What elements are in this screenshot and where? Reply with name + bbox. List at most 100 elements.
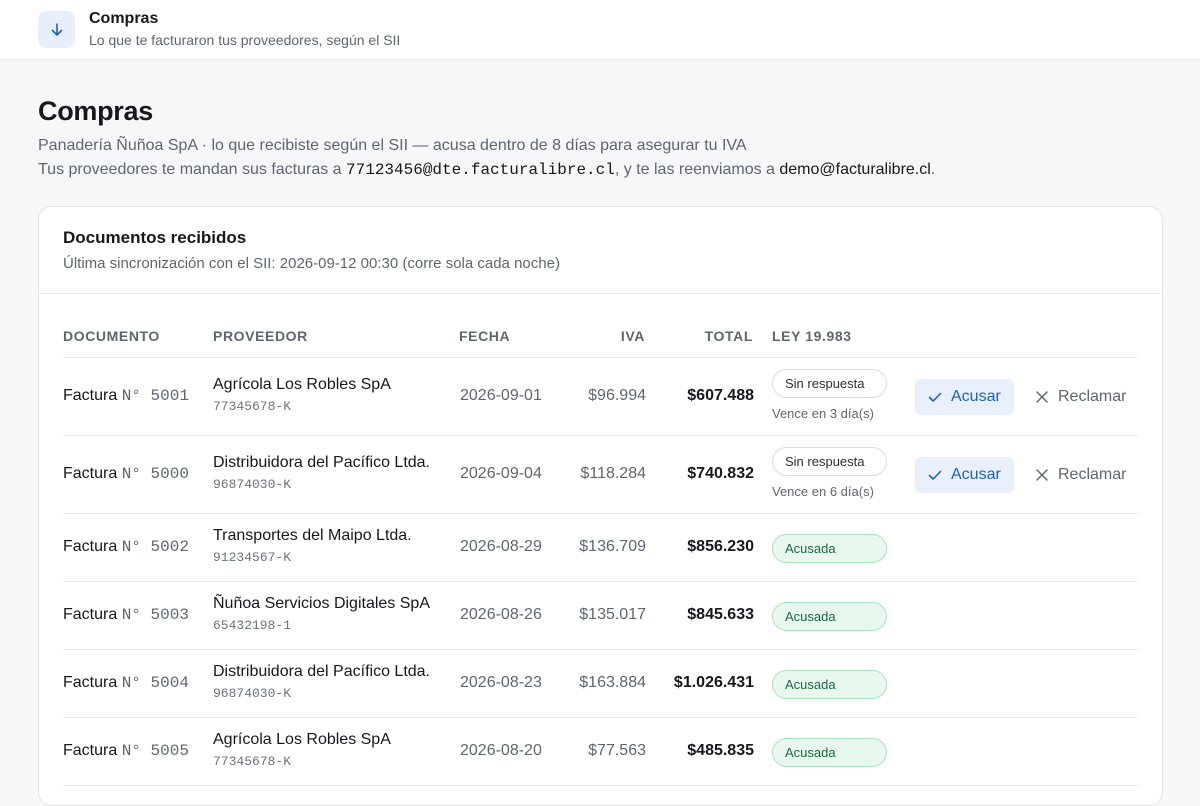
provider-cell: Distribuidora del Pacífico Ltda. 96874030… [213, 663, 430, 701]
page-description: Panadería Ñuñoa SpA · lo que recibiste s… [38, 137, 747, 154]
top-bar-subtitle: Lo que te facturaron tus proveedores, se… [89, 32, 401, 48]
total-cell: $607.488 [687, 387, 754, 404]
document-number: N° 5002 [121, 538, 189, 556]
forwarding-info: Tus proveedores te mandan sus facturas a… [38, 161, 935, 179]
column-header-total: TOTAL [704, 328, 753, 344]
provider-rut: 96874030-K [213, 686, 292, 701]
status-badge: Sin respuesta [772, 447, 887, 476]
due-text: Vence en 6 día(s) [772, 484, 874, 499]
dte-email: 77123456@dte.facturalibre.cl [346, 161, 615, 179]
iva-cell: $163.884 [579, 674, 646, 691]
document-number: N° 5005 [121, 742, 189, 760]
table-row[interactable]: Factura N° 5005 Agrícola Los Robles SpA 77… [63, 718, 1138, 786]
date-cell: 2026-08-26 [460, 606, 542, 623]
provider-name: Distribuidora del Pacífico Ltda. [213, 663, 430, 680]
provider-cell: Ñuñoa Servicios Digitales SpA 65432198-1 [213, 595, 430, 633]
provider-name: Distribuidora del Pacífico Ltda. [213, 454, 430, 471]
law-status-cell: Sin respuesta Vence en 6 día(s) [772, 447, 887, 499]
total-cell: $1.026.431 [673, 674, 754, 691]
document-type: Factura [63, 606, 118, 623]
acusar-label: Acusar [951, 466, 1001, 483]
reclamar-label: Reclamar [1058, 388, 1127, 405]
provider-name: Agrícola Los Robles SpA [213, 731, 391, 748]
provider-name: Transportes del Maipo Ltda. [213, 527, 412, 544]
arrow-down-icon [38, 11, 75, 48]
forwarding-suffix: . [930, 161, 936, 178]
column-header-documento: DOCUMENTO [63, 328, 160, 344]
provider-rut: 96874030-K [213, 477, 292, 492]
top-bar-title: Compras [89, 10, 159, 27]
table-row[interactable]: Factura N° 5002 Transportes del Maipo Ltd… [63, 514, 1138, 582]
provider-cell: Transportes del Maipo Ltda. 91234567-K [213, 527, 412, 565]
column-header-proveedor: PROVEEDOR [213, 328, 308, 344]
law-status-cell: Sin respuesta Vence en 3 día(s) [772, 369, 887, 421]
iva-cell: $96.994 [588, 387, 646, 404]
table-row[interactable]: Factura N° 5003 Ñuñoa Servicios Digitales… [63, 582, 1138, 650]
iva-cell: $118.284 [580, 465, 646, 482]
acusar-button[interactable]: Acusar [915, 379, 1014, 415]
document-type: Factura [63, 387, 118, 404]
document-type: Factura [63, 538, 118, 555]
reclamar-label: Reclamar [1058, 466, 1127, 483]
provider-rut: 65432198-1 [213, 618, 292, 633]
date-cell: 2026-09-04 [460, 465, 542, 482]
forwarding-middle: , y te las reenviamos a [614, 161, 780, 178]
total-cell: $740.832 [687, 465, 754, 482]
document-type: Factura [63, 742, 118, 759]
close-icon [1036, 391, 1048, 403]
iva-cell: $136.709 [579, 538, 646, 555]
table-row[interactable]: Factura N° 5004 Distribuidora del Pacífic… [63, 650, 1138, 718]
date-cell: 2026-08-29 [460, 538, 542, 555]
total-cell: $485.835 [687, 742, 754, 759]
provider-name: Ñuñoa Servicios Digitales SpA [213, 595, 430, 612]
close-icon [1036, 469, 1048, 481]
date-cell: 2026-08-23 [460, 674, 542, 691]
date-cell: 2026-08-20 [460, 742, 542, 759]
law-status-cell: Acusada [772, 738, 887, 767]
document-number: N° 5000 [121, 465, 189, 483]
document-type: Factura [63, 465, 118, 482]
reclamar-button[interactable]: Reclamar [1035, 379, 1126, 415]
provider-rut: 77345678-K [213, 399, 292, 414]
status-badge: Acusada [772, 738, 887, 767]
forwarding-prefix: Tus proveedores te mandan sus facturas a [38, 161, 347, 178]
check-icon [928, 392, 942, 402]
law-status-cell: Acusada [772, 670, 887, 699]
date-cell: 2026-09-01 [460, 387, 542, 404]
document-cell: Factura N° 5005 [63, 742, 189, 760]
provider-rut: 77345678-K [213, 754, 292, 769]
document-cell: Factura N° 5001 [63, 387, 189, 405]
iva-cell: $135.017 [579, 606, 646, 623]
law-status-cell: Acusada [772, 534, 887, 563]
total-cell: $845.633 [687, 606, 754, 623]
documents-card: Documentos recibidos Última sincronizaci… [38, 206, 1163, 806]
acusar-label: Acusar [951, 388, 1001, 405]
iva-cell: $77.563 [588, 742, 646, 759]
forward-email: demo@facturalibre.cl [779, 161, 931, 178]
sync-status: Última sincronización con el SII: 2026-0… [63, 255, 560, 272]
check-icon [928, 470, 942, 480]
document-number: N° 5003 [121, 606, 189, 624]
document-type: Factura [63, 674, 118, 691]
card-title: Documentos recibidos [63, 228, 247, 247]
column-header-fecha: FECHA [459, 328, 511, 344]
column-header-iva: IVA [620, 328, 645, 344]
provider-cell: Agrícola Los Robles SpA 77345678-K [213, 376, 391, 414]
due-text: Vence en 3 día(s) [772, 406, 874, 421]
table-row[interactable]: Factura N° 5001 Agrícola Los Robles SpA 77… [63, 358, 1138, 436]
reclamar-button[interactable]: Reclamar [1035, 457, 1126, 493]
top-bar: Compras Lo que te facturaron tus proveed… [0, 0, 1200, 60]
acusar-button[interactable]: Acusar [915, 457, 1014, 493]
card-header: Documentos recibidos Última sincronizaci… [39, 207, 1162, 294]
document-cell: Factura N° 5000 [63, 465, 189, 483]
provider-rut: 91234567-K [213, 550, 292, 565]
status-badge: Acusada [772, 602, 887, 631]
law-status-cell: Acusada [772, 602, 887, 631]
provider-cell: Agrícola Los Robles SpA 77345678-K [213, 731, 391, 769]
table-row[interactable]: Factura N° 5000 Distribuidora del Pacífic… [63, 436, 1138, 514]
total-cell: $856.230 [687, 538, 754, 555]
document-number: N° 5004 [121, 674, 189, 692]
page-title: Compras [38, 96, 153, 126]
document-cell: Factura N° 5004 [63, 674, 189, 692]
status-badge: Acusada [772, 670, 887, 699]
